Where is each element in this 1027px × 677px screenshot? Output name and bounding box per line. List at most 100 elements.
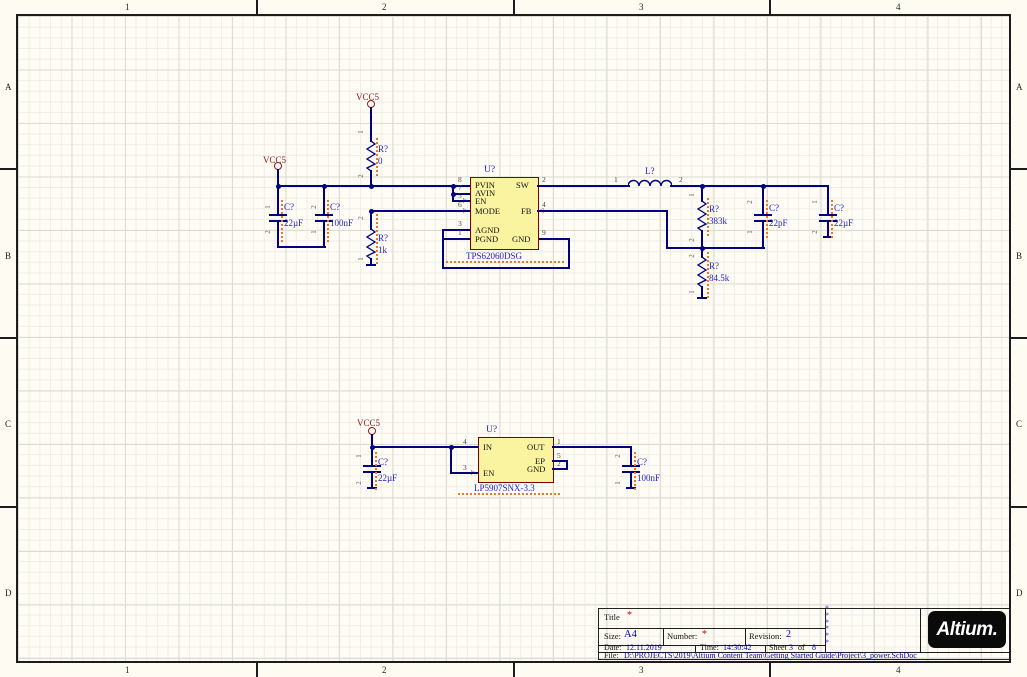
pin-name: FB: [521, 206, 532, 216]
pin-number: 1: [354, 454, 363, 458]
zone-tick: [0, 168, 16, 170]
wire[interactable]: [666, 247, 765, 249]
wire[interactable]: [442, 229, 444, 269]
capacitor-lead[interactable]: [630, 473, 632, 487]
capacitor-lead[interactable]: [323, 186, 325, 214]
wire[interactable]: [537, 185, 630, 187]
number-label: Number:: [667, 631, 698, 641]
designator[interactable]: C?: [284, 202, 294, 212]
wire[interactable]: [537, 210, 668, 212]
pin-number: 5: [458, 191, 462, 200]
zone-row-label: C: [5, 419, 12, 429]
junction-dot: [761, 184, 766, 189]
altium-logo: Altium.: [928, 611, 1006, 648]
capacitor-symbol[interactable]: [315, 214, 333, 216]
designator[interactable]: C?: [330, 202, 340, 212]
wire[interactable]: [568, 238, 570, 269]
revision-label: Revision:: [749, 631, 782, 641]
zone-tick: [1011, 168, 1027, 170]
wire[interactable]: [666, 210, 668, 249]
wire[interactable]: [537, 238, 570, 240]
wire[interactable]: [450, 446, 452, 474]
wire[interactable]: [566, 460, 568, 470]
designator[interactable]: R?: [709, 204, 719, 214]
size-value: A4: [624, 629, 637, 640]
zone-row-label: A: [5, 82, 12, 92]
pin-end[interactable]: [697, 297, 707, 299]
value-label[interactable]: 0: [378, 156, 383, 166]
capacitor-lead[interactable]: [762, 222, 764, 248]
wire[interactable]: [442, 238, 470, 240]
value-label[interactable]: 22pF: [769, 218, 788, 228]
wire[interactable]: [370, 107, 372, 136]
pin-name: GND: [512, 234, 531, 244]
wire[interactable]: [442, 267, 570, 269]
part-number-label[interactable]: TPS62060DSG: [466, 251, 522, 261]
pin-number: 1: [687, 193, 696, 197]
capacitor-lead[interactable]: [827, 222, 829, 236]
altium-logo-text: Altium.: [936, 618, 998, 640]
capacitor-symbol[interactable]: [754, 214, 772, 216]
capacitor-lead[interactable]: [277, 186, 279, 214]
designator[interactable]: L?: [645, 166, 655, 176]
designator[interactable]: R?: [378, 144, 388, 154]
designator[interactable]: C?: [769, 203, 779, 213]
value-label[interactable]: 383k: [709, 216, 727, 226]
pin-name: OUT: [527, 442, 545, 452]
pin-end[interactable]: [366, 264, 376, 266]
sheet-drawing-area[interactable]: [16, 14, 1011, 663]
designator[interactable]: C?: [378, 457, 388, 467]
resistor-lead[interactable]: [370, 212, 372, 230]
error-squiggle: [375, 452, 377, 490]
wire[interactable]: [277, 246, 326, 248]
capacitor-lead[interactable]: [827, 185, 829, 214]
value-label[interactable]: 100nF: [637, 473, 660, 483]
designator[interactable]: R?: [378, 233, 388, 243]
wire[interactable]: [552, 446, 632, 448]
pin-number: 1: [557, 437, 561, 446]
wire[interactable]: [670, 185, 829, 187]
pin-name: PGND: [475, 234, 499, 244]
zone-col-label: 1: [125, 2, 130, 12]
capacitor-lead[interactable]: [371, 473, 373, 487]
pin-number: 1: [458, 228, 462, 237]
capacitor-lead[interactable]: [762, 186, 764, 214]
designator[interactable]: C?: [637, 457, 647, 467]
value-label[interactable]: 84.5k: [709, 273, 729, 283]
error-squiggle: [446, 261, 566, 263]
capacitor-symbol[interactable]: [819, 214, 837, 216]
pin-number: 2: [309, 205, 318, 209]
power-port-label[interactable]: VCC5: [357, 418, 380, 428]
wire[interactable]: [370, 210, 470, 212]
capacitor-symbol[interactable]: [269, 214, 287, 216]
designator[interactable]: R?: [709, 261, 719, 271]
capacitor-lead[interactable]: [630, 447, 632, 466]
value-label[interactable]: 22µF: [834, 218, 853, 228]
wire[interactable]: [371, 446, 478, 448]
inductor-symbol[interactable]: [628, 177, 672, 187]
value-label[interactable]: 22µF: [378, 473, 397, 483]
pin-number: 1: [309, 230, 318, 234]
value-label[interactable]: 1k: [378, 245, 387, 255]
zone-tick: [513, 663, 515, 677]
titleblock-line: [920, 608, 921, 652]
designator[interactable]: C?: [834, 203, 844, 213]
value-label[interactable]: 100nF: [330, 218, 353, 228]
designator[interactable]: U?: [486, 425, 497, 435]
zone-tick: [1011, 506, 1027, 508]
wire[interactable]: [442, 229, 470, 231]
capacitor-lead[interactable]: [277, 222, 279, 247]
junction-dot: [276, 184, 281, 189]
pin-number: 2: [679, 175, 683, 184]
pin-number: 2: [810, 230, 819, 234]
part-number-label[interactable]: LP5907SNX-3.3: [474, 483, 535, 493]
error-squiggle: [634, 452, 636, 490]
error-squiggle: [766, 200, 768, 240]
value-label[interactable]: 22µF: [284, 218, 303, 228]
pin-name: EN: [475, 196, 487, 206]
capacitor-lead[interactable]: [323, 222, 325, 247]
designator[interactable]: U?: [484, 165, 495, 175]
zone-tick: [256, 663, 258, 677]
wire[interactable]: [278, 185, 470, 187]
zone-tick: [256, 0, 258, 14]
